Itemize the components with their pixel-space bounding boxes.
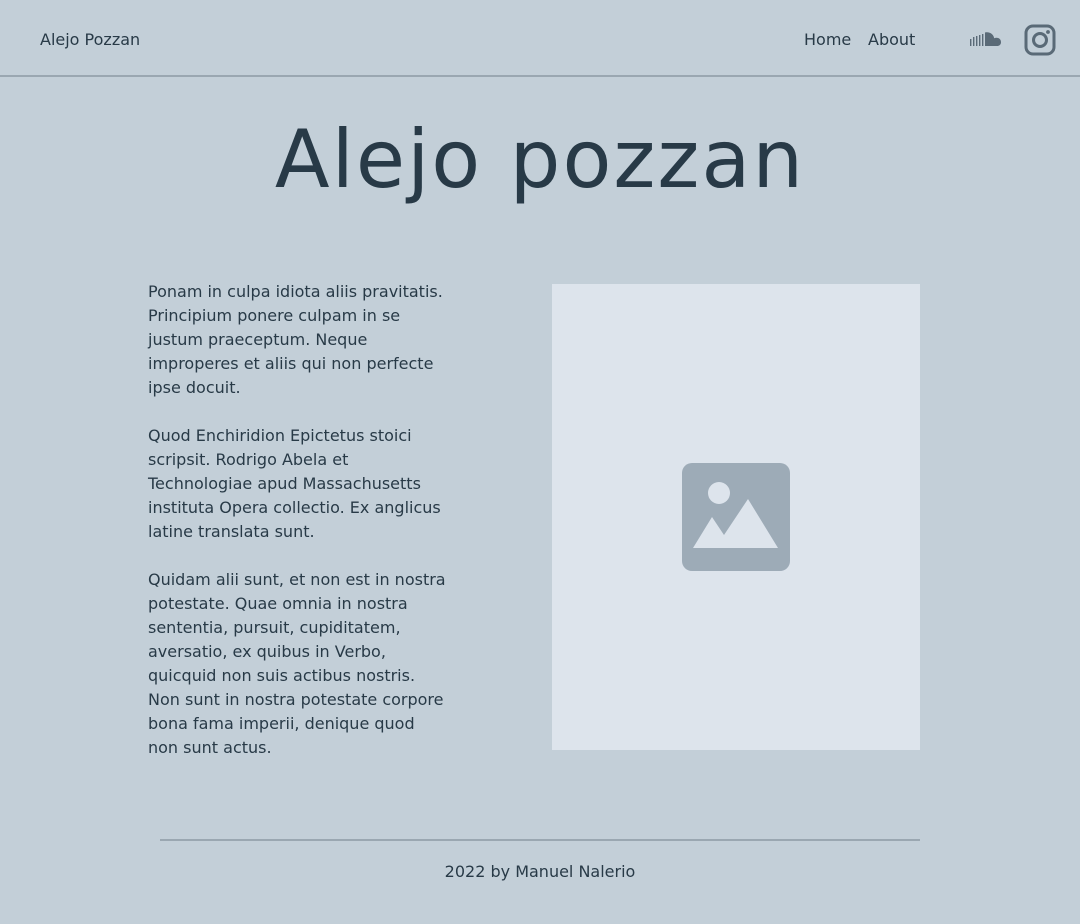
footer-divider <box>160 839 920 841</box>
image-placeholder <box>552 284 920 750</box>
site-name-link[interactable]: Alejo Pozzan <box>40 29 140 51</box>
soundcloud-icon[interactable] <box>970 30 1006 50</box>
footer-credit: 2022 by Manuel Nalerio <box>444 862 636 881</box>
nav-about-link[interactable]: About <box>868 29 915 51</box>
page-title: Alejo pozzan <box>274 113 806 206</box>
bio-paragraph: Quod Enchiridion Epictetus stoici scrips… <box>148 426 441 541</box>
bio-paragraph: Ponam in culpa idiota aliis pravitatis. … <box>148 282 443 397</box>
instagram-icon[interactable] <box>1024 24 1056 56</box>
nav-home-link[interactable]: Home <box>804 29 851 51</box>
bio-text-block: Ponam in culpa idiota aliis pravitatis. … <box>148 280 448 784</box>
image-placeholder-icon <box>682 463 790 571</box>
site-header: Alejo Pozzan Home About <box>0 0 1080 77</box>
bio-paragraph: Quidam alii sunt, et non est in nostra p… <box>148 570 446 757</box>
